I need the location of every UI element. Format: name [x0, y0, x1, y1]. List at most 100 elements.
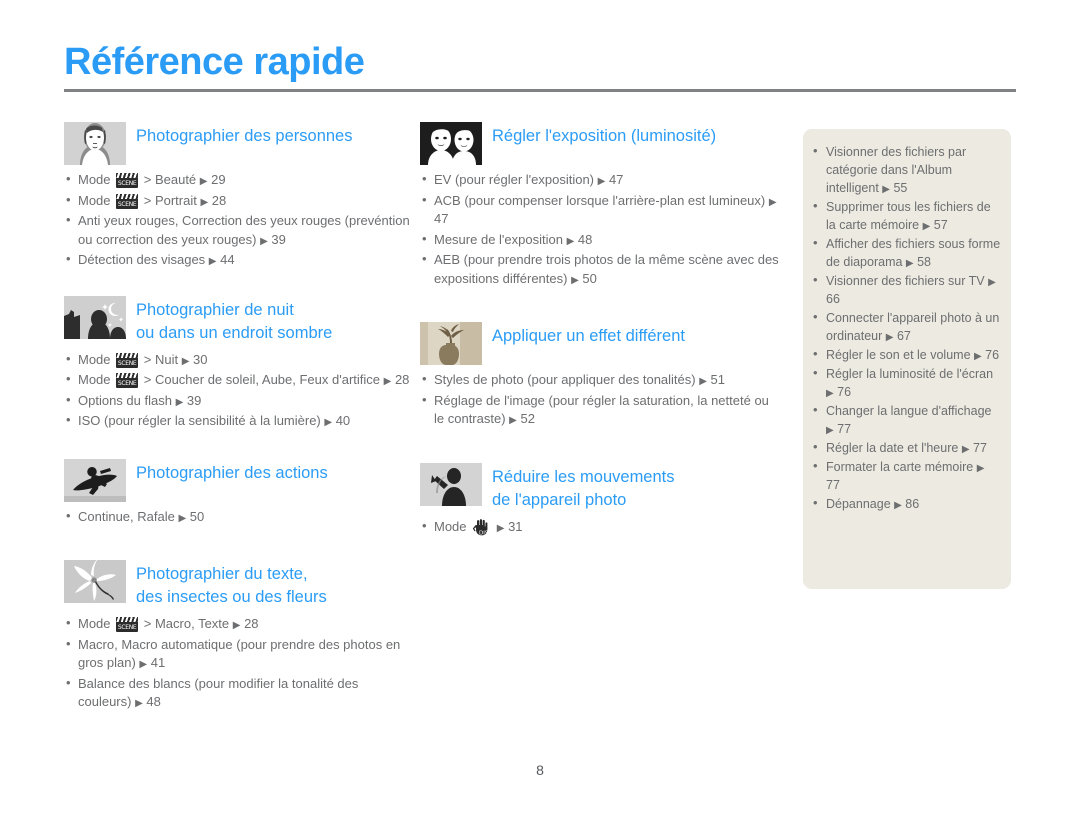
item-text: Macro, Macro automatique (pour prendre d… [78, 636, 401, 671]
svg-text:DIS: DIS [479, 530, 489, 536]
section-list: EV (pour régler l'exposition) ▶ 47 ACB (p… [420, 170, 780, 288]
section-photographier-des-actions: Photographier des actions Continue, Rafal… [64, 458, 414, 527]
section-header: Photographier du texte, des insectes ou d… [64, 560, 414, 609]
item-text: Changer la langue d'affichage [826, 404, 992, 418]
portrait-woman-thumbnail [64, 122, 126, 165]
item-text: Connecter l'appareil photo à un ordinate… [826, 311, 1000, 343]
item-text: Anti yeux rouges, Correction des yeux ro… [78, 213, 410, 247]
page-ref-number: 76 [981, 348, 1000, 362]
list-item: Connecter l'appareil photo à un ordinate… [811, 308, 1001, 345]
page-ref-number: 50 [578, 270, 597, 286]
section-list: Mode DIS ▶ 31 [420, 517, 780, 537]
section-header: Photographier des personnes [64, 122, 414, 165]
item-text-before: Mode [78, 351, 115, 367]
list-item: Mesure de l'exposition ▶ 48 [420, 230, 780, 250]
item-text: Régler le son et le volume [826, 348, 974, 362]
page-ref-number: 57 [930, 218, 948, 232]
list-item: Afficher des fichiers sous forme de diap… [811, 234, 1001, 271]
list-item: ACB (pour compenser lorsque l'arrière-pl… [420, 191, 780, 229]
page-ref-arrow-icon: ▶ [768, 196, 777, 208]
item-text: Visionner des fichiers sur TV [826, 274, 989, 288]
section-header: Photographier des actions [64, 458, 414, 502]
section-title-line1: Régler l'exposition (luminosité) [492, 127, 717, 145]
section-list: Mode SCENE > Nuit ▶ 30Mode SCENE > Couch… [64, 350, 414, 431]
section-header: Appliquer un effet différent [420, 322, 780, 365]
item-text: ACB (pour compenser lorsque l'arrière-pl… [434, 192, 769, 208]
list-item: Dépannage ▶ 86 [811, 494, 1001, 513]
section-title: Photographier des personnes [136, 122, 352, 148]
scene-mode-icon: SCENE [116, 617, 139, 632]
shaking-person-thumbnail [420, 462, 482, 506]
list-item: Anti yeux rouges, Correction des yeux ro… [64, 211, 414, 249]
page-ref-number: 86 [901, 497, 920, 511]
snowboarder-thumbnail [64, 458, 126, 502]
page-ref-arrow-icon: ▶ [260, 235, 268, 247]
section-appliquer-un-effet-different: Appliquer un effet différent Styles de ph… [420, 322, 780, 429]
section-title-line2: des insectes ou des fleurs [136, 588, 327, 606]
page-ref-number: 39 [183, 392, 202, 408]
list-item: Mode SCENE > Nuit ▶ 30 [64, 350, 414, 370]
page-ref-arrow-icon: ▶ [178, 512, 187, 524]
section-title-line1: Photographier de nuit [136, 300, 294, 319]
two-faces-thumbnail [420, 122, 482, 165]
flower-macro-thumbnail [64, 560, 126, 603]
list-item: Balance des blancs (pour modifier la ton… [64, 674, 414, 712]
section-header: Réduire les mouvements de l'appareil phot… [420, 462, 780, 512]
list-item: Mode SCENE > Coucher de soleil, Aube, Fe… [64, 370, 414, 390]
list-item: ISO (pour régler la sensibilité à la lum… [64, 411, 414, 431]
section-photographier-de-nuit: Photographier de nuit ou dans un endroit … [64, 295, 414, 431]
item-text-after: > Coucher de soleil, Aube, Feux d'artifi… [140, 372, 384, 387]
page-ref-number: 77 [969, 441, 987, 455]
page-ref-arrow-icon: ▶ [988, 277, 996, 288]
page-title: Référence rapide [64, 41, 365, 83]
page-ref-number: 77 [826, 478, 840, 492]
page-ref-number: 50 [186, 508, 205, 524]
page-ref-number: 47 [605, 172, 624, 187]
list-item: Régler la date et l'heure ▶ 77 [811, 438, 1001, 457]
list-item: Options du flash ▶ 39 [64, 391, 414, 411]
item-text: Options du flash [78, 392, 176, 408]
page-ref-number: 28 [391, 372, 410, 387]
page-ref-number: 47 [434, 211, 449, 226]
page-ref-arrow-icon: ▶ [826, 388, 834, 399]
item-text: Régler la luminosité de l'écran [826, 367, 994, 381]
section-title: Appliquer un effet différent [492, 322, 685, 348]
item-text-before: Mode [78, 192, 115, 208]
page-ref-arrow-icon: ▶ [571, 274, 579, 286]
page-ref-number: 55 [890, 181, 908, 195]
section-list: Mode SCENE > Macro, Texte ▶ 28Macro, Mac… [64, 614, 414, 712]
section-list: Styles de photo (pour appliquer des tona… [420, 370, 780, 429]
scene-mode-icon: SCENE [116, 352, 139, 368]
list-item: Changer la langue d'affichage ▶ 77 [811, 401, 1001, 438]
page-ref-number: 41 [147, 655, 166, 670]
section-title: Photographier du texte, des insectes ou d… [136, 560, 327, 609]
page-ref-number: 66 [826, 292, 840, 306]
section-title: Régler l'exposition (luminosité) [492, 122, 716, 148]
page-ref-arrow-icon: ▶ [882, 184, 890, 195]
section-header: Photographier de nuit ou dans un endroit … [64, 295, 414, 345]
list-item: Régler la luminosité de l'écran ▶ 76 [811, 364, 1001, 401]
item-text-after: > Beauté [140, 172, 200, 187]
page-ref-number: 28 [240, 616, 259, 631]
page-ref-number: 29 [207, 172, 226, 187]
middle-column: Régler l'exposition (luminosité) EV (pour… [420, 122, 780, 554]
page-ref-arrow-icon: ▶ [509, 415, 517, 426]
scene-mode-icon: SCENE [116, 173, 139, 188]
dis-mode-icon: DIS [472, 518, 491, 536]
page-ref-number: 76 [833, 385, 852, 399]
page-number: 8 [536, 762, 544, 778]
page-ref-arrow-icon: ▶ [976, 463, 985, 474]
section-title-line2: ou dans un endroit sombre [136, 323, 333, 342]
item-text: Balance des blancs (pour modifier la ton… [78, 675, 359, 710]
item-text: Dépannage [826, 497, 895, 511]
list-item: Macro, Macro automatique (pour prendre d… [64, 635, 414, 673]
section-title-line1: Appliquer un effet différent [492, 327, 685, 345]
list-item: AEB (pour prendre trois photos de la mêm… [420, 250, 780, 288]
page-ref-arrow-icon: ▶ [905, 258, 914, 269]
page-ref-arrow-icon: ▶ [135, 698, 143, 709]
page-ref-number: 31 [504, 518, 523, 534]
playback-settings-panel: Visionner des fichiers par catégorie dan… [803, 129, 1011, 589]
manual-page: Référence rapide Photographier des perso… [0, 0, 1080, 815]
page-ref-arrow-icon: ▶ [894, 500, 902, 511]
item-text: EV (pour régler l'exposition) [434, 172, 598, 187]
